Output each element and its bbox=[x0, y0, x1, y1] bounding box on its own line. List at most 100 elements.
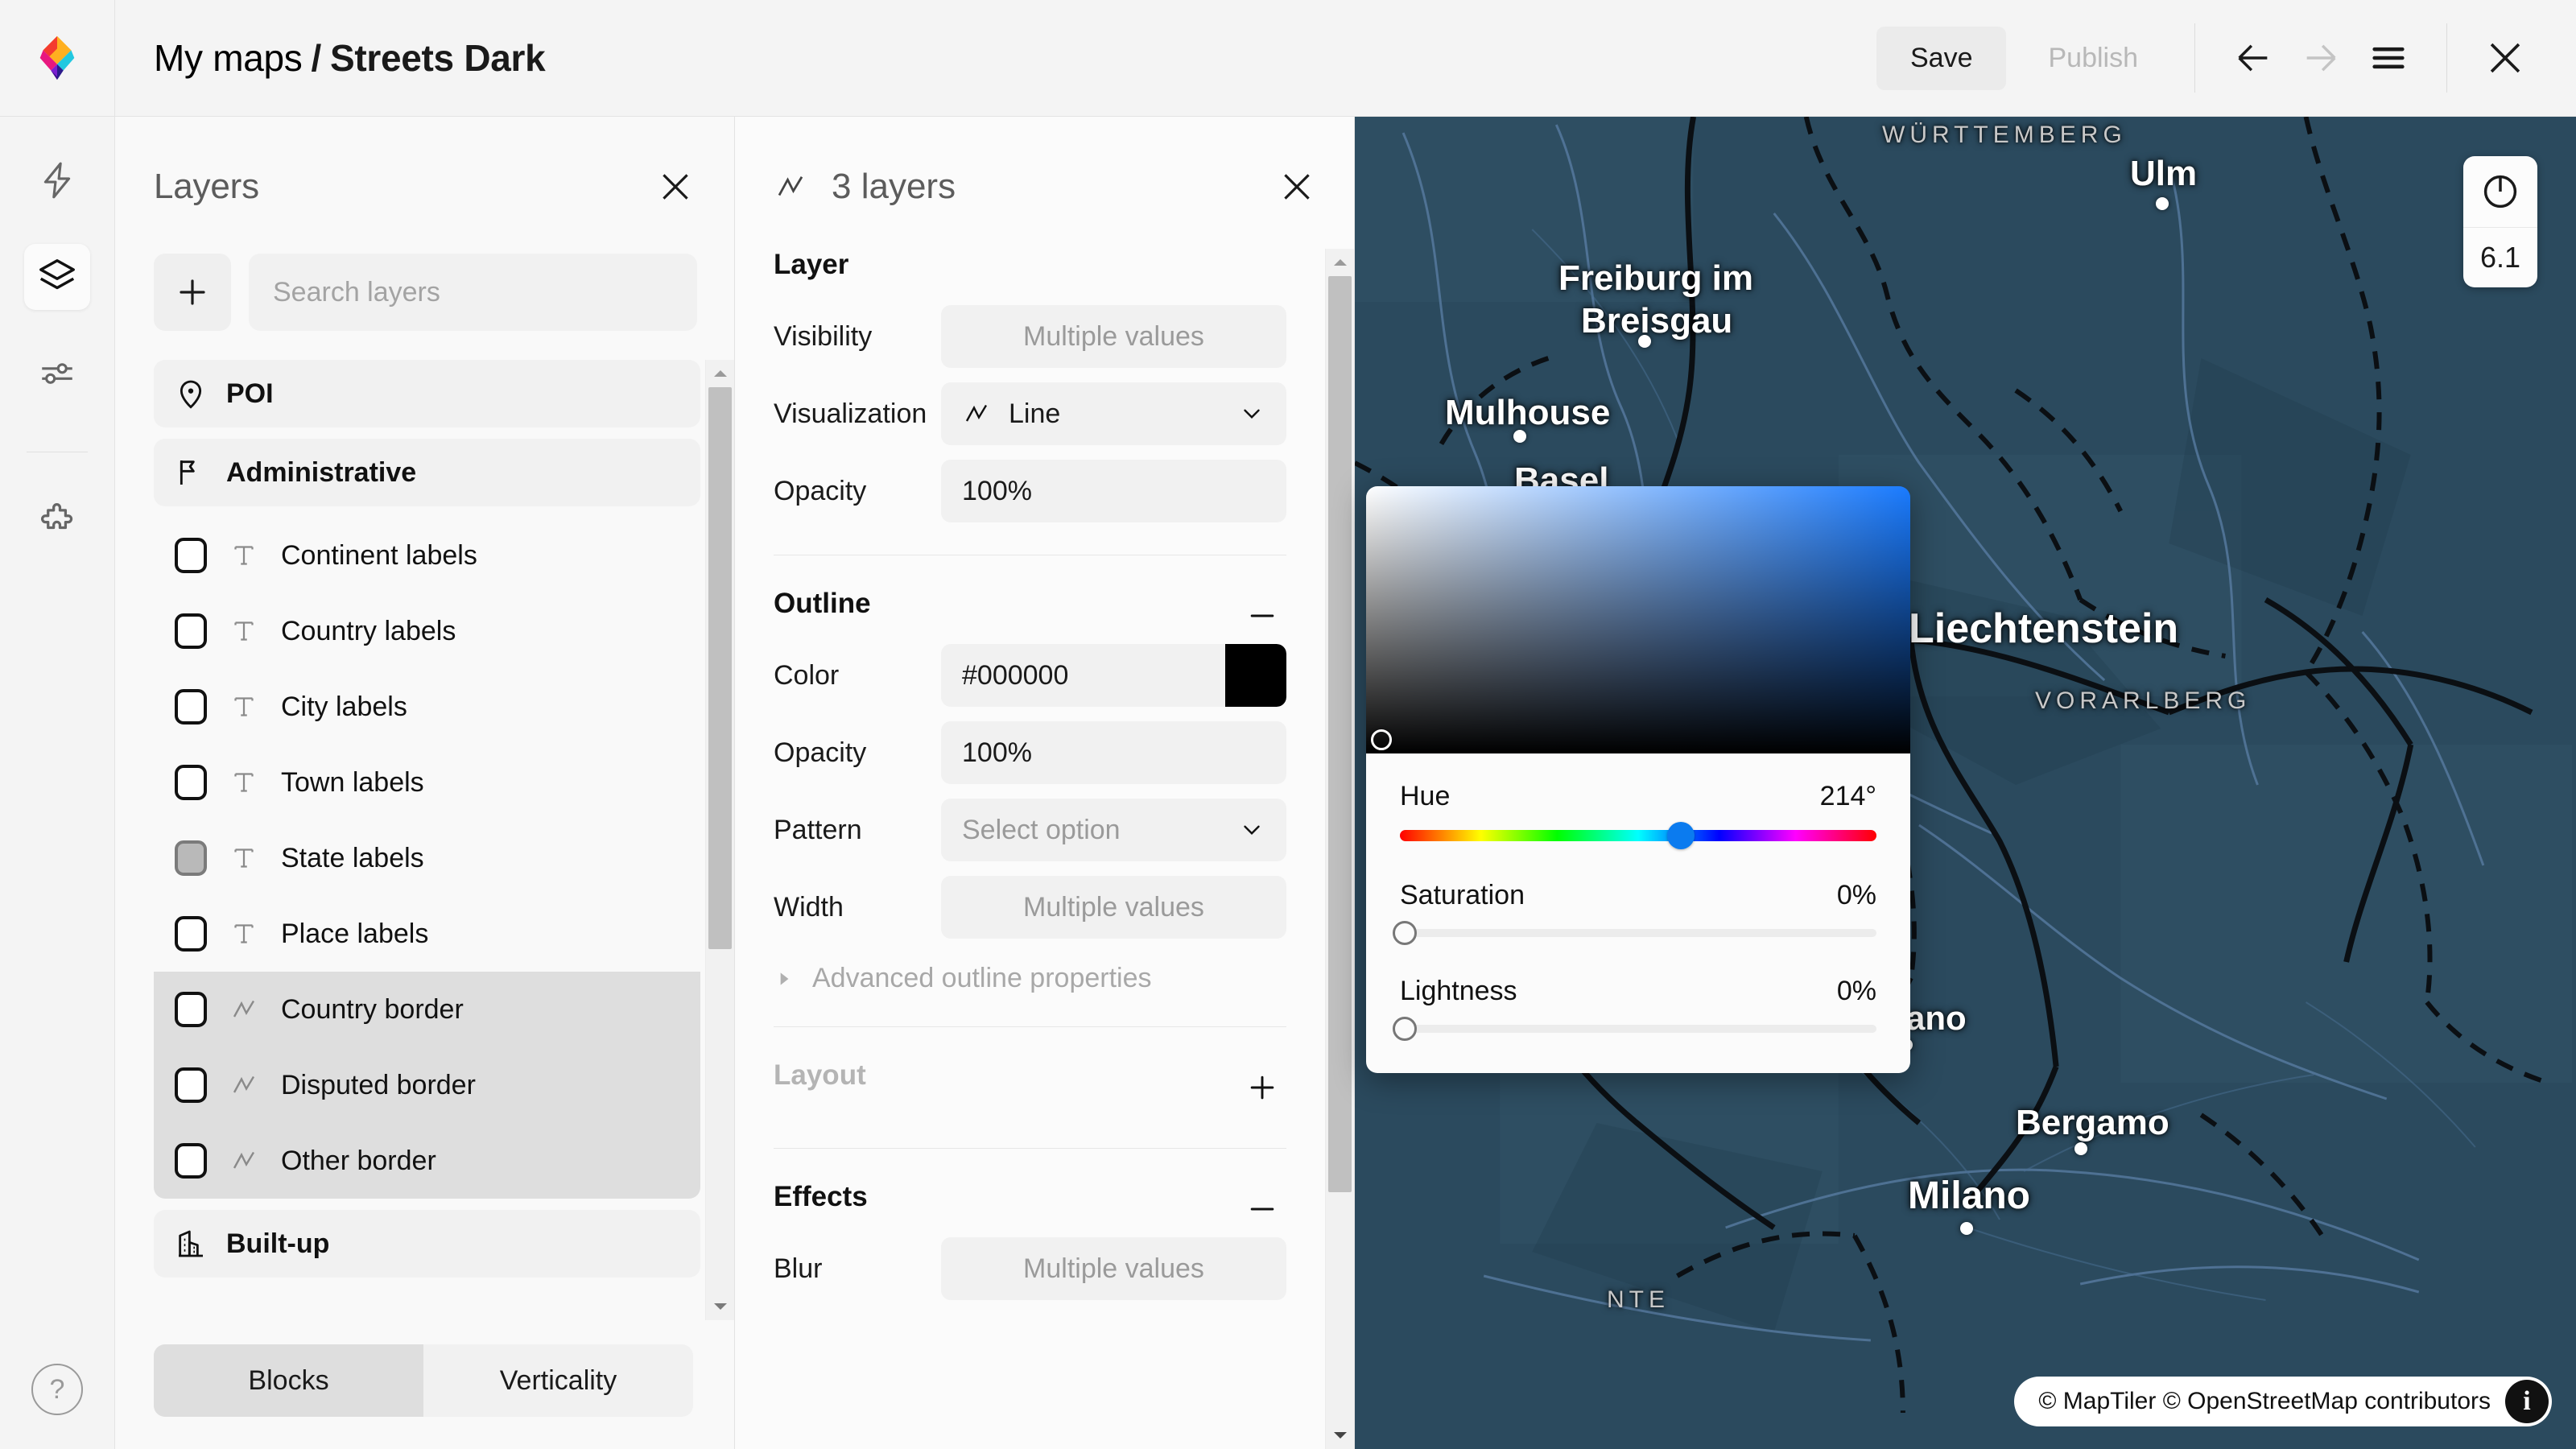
outline-collapse-button[interactable] bbox=[1238, 592, 1286, 640]
hue-value: 214° bbox=[1819, 781, 1876, 811]
layer-row-disputed-border[interactable]: Disputed border bbox=[154, 1047, 700, 1123]
layer-row-label: Country border bbox=[281, 993, 464, 1025]
outline-color-field[interactable]: #000000 bbox=[941, 644, 1286, 707]
lightness-slider-thumb[interactable] bbox=[1392, 1017, 1417, 1041]
outline-opacity-field[interactable]: 100% bbox=[941, 721, 1286, 784]
sliders-icon bbox=[42, 363, 72, 384]
layer-row-place-labels[interactable]: Place labels bbox=[154, 896, 700, 972]
blur-field[interactable]: Multiple values bbox=[941, 1237, 1286, 1300]
save-button[interactable]: Save bbox=[1876, 26, 2007, 90]
layer-row-town-labels[interactable]: Town labels bbox=[154, 745, 700, 820]
layers-scrollbar-down-button[interactable] bbox=[712, 1293, 729, 1320]
properties-scrollbar-down-button[interactable] bbox=[1331, 1422, 1349, 1449]
property-row-outline-width: Width Multiple values bbox=[774, 876, 1325, 939]
menu-button[interactable] bbox=[2355, 24, 2422, 92]
section-header-effects: Effects bbox=[774, 1181, 1325, 1237]
publish-button: Publish bbox=[2016, 27, 2170, 90]
layer-checkbox[interactable] bbox=[175, 689, 207, 724]
layer-checkbox[interactable] bbox=[175, 992, 207, 1027]
chevron-up-icon bbox=[1333, 259, 1347, 266]
compass-button[interactable] bbox=[2463, 156, 2537, 227]
visibility-field[interactable]: Multiple values bbox=[941, 305, 1286, 368]
layer-group-poi[interactable]: POI bbox=[154, 360, 700, 427]
saturation-slider-thumb[interactable] bbox=[1392, 921, 1417, 945]
layers-scrollbar-track[interactable] bbox=[706, 387, 734, 1293]
layer-checkbox[interactable] bbox=[175, 916, 207, 952]
maptiler-logo[interactable] bbox=[32, 33, 82, 83]
back-button[interactable] bbox=[2219, 24, 2287, 92]
layers-panel-close-button[interactable] bbox=[650, 162, 700, 212]
rail-item-sliders[interactable] bbox=[24, 341, 90, 407]
chevron-up-icon bbox=[713, 370, 727, 377]
chevron-down-icon bbox=[713, 1303, 727, 1310]
layer-row-other-border[interactable]: Other border bbox=[154, 1123, 700, 1199]
tab-verticality[interactable]: Verticality bbox=[423, 1344, 693, 1417]
map-attribution: © MapTiler © OpenStreetMap contributors … bbox=[2014, 1377, 2552, 1426]
layer-checkbox[interactable] bbox=[175, 765, 207, 800]
layers-scrollbar-up-button[interactable] bbox=[712, 360, 729, 387]
zoom-level-value[interactable]: 6.1 bbox=[2463, 228, 2537, 287]
minus-icon bbox=[1250, 1208, 1274, 1211]
section-divider-2 bbox=[774, 1026, 1286, 1027]
layer-checkbox[interactable] bbox=[175, 840, 207, 876]
lightness-slider[interactable] bbox=[1392, 1017, 1876, 1041]
help-button[interactable]: ? bbox=[31, 1364, 83, 1415]
lightness-row: Lightness 0% bbox=[1400, 976, 1876, 1007]
rail-item-lightning[interactable] bbox=[24, 147, 90, 213]
color-picker-body: Hue 214° Saturation 0% Lightness 0% bbox=[1366, 753, 1910, 1073]
color-swatch-button[interactable] bbox=[1225, 644, 1286, 707]
section-title-effects: Effects bbox=[774, 1181, 868, 1212]
layer-checkbox[interactable] bbox=[175, 1067, 207, 1103]
line-icon bbox=[228, 995, 260, 1024]
advanced-outline-properties-toggle[interactable]: Advanced outline properties bbox=[774, 963, 1325, 994]
hue-slider-thumb[interactable] bbox=[1667, 822, 1695, 849]
layer-row-country-labels[interactable]: Country labels bbox=[154, 593, 700, 669]
layer-group-built-up[interactable]: Built-up bbox=[154, 1210, 700, 1278]
triangle-right-icon bbox=[780, 972, 789, 985]
rail-item-layers[interactable] bbox=[24, 244, 90, 310]
map-dot-mulhouse bbox=[1513, 430, 1526, 443]
layer-group-administrative[interactable]: Administrative bbox=[154, 439, 700, 506]
close-icon bbox=[663, 174, 688, 200]
saturation-value-square[interactable] bbox=[1366, 486, 1910, 753]
outline-width-field[interactable]: Multiple values bbox=[941, 876, 1286, 939]
layer-checkbox[interactable] bbox=[175, 538, 207, 573]
layer-row-city-labels[interactable]: City labels bbox=[154, 669, 700, 745]
visualization-select[interactable]: Line bbox=[941, 382, 1286, 445]
chevron-down-icon bbox=[1238, 400, 1265, 427]
layout-expand-button[interactable] bbox=[1238, 1063, 1286, 1112]
layers-scrollbar-thumb[interactable] bbox=[708, 387, 732, 949]
layer-row-state-labels[interactable]: State labels bbox=[154, 820, 700, 896]
hue-row: Hue 214° bbox=[1400, 781, 1876, 812]
properties-scrollbar-thumb[interactable] bbox=[1328, 276, 1352, 1193]
attribution-text[interactable]: © MapTiler © OpenStreetMap contributors bbox=[2038, 1388, 2491, 1415]
close-editor-button[interactable] bbox=[2471, 24, 2539, 92]
add-layer-button[interactable] bbox=[154, 254, 231, 331]
layer-row-country-border[interactable]: Country border bbox=[154, 972, 700, 1047]
property-label: Pattern bbox=[774, 814, 862, 845]
effects-collapse-button[interactable] bbox=[1238, 1185, 1286, 1233]
layer-row-continent-labels[interactable]: Continent labels bbox=[154, 518, 700, 593]
layer-checkbox[interactable] bbox=[175, 613, 207, 649]
saturation-slider[interactable] bbox=[1392, 921, 1876, 945]
map-dot-freiburg bbox=[1638, 335, 1651, 348]
layer-opacity-field[interactable]: 100% bbox=[941, 460, 1286, 522]
properties-scrollbar-track[interactable] bbox=[1326, 276, 1354, 1422]
sv-handle[interactable] bbox=[1371, 729, 1392, 750]
property-label: Blur bbox=[774, 1253, 823, 1284]
properties-scrollbar-up-button[interactable] bbox=[1331, 249, 1349, 276]
layers-scrollbar[interactable] bbox=[705, 360, 734, 1320]
layer-checkbox[interactable] bbox=[175, 1143, 207, 1179]
rail-item-plugins[interactable] bbox=[24, 489, 90, 555]
hue-slider[interactable] bbox=[1400, 822, 1876, 849]
breadcrumb-parent[interactable]: My maps bbox=[154, 36, 303, 80]
properties-scrollbar[interactable] bbox=[1325, 249, 1354, 1449]
tab-blocks[interactable]: Blocks bbox=[154, 1344, 423, 1417]
info-icon[interactable]: i bbox=[2505, 1380, 2549, 1423]
layer-group-label: Administrative bbox=[226, 456, 417, 488]
outline-pattern-select[interactable]: Select option bbox=[941, 799, 1286, 861]
arrow-right-icon bbox=[2306, 44, 2336, 72]
search-input[interactable] bbox=[249, 254, 697, 331]
layers-panel: Layers Search layers POI Administrative … bbox=[115, 117, 735, 1449]
properties-panel-close-button[interactable] bbox=[1272, 162, 1322, 212]
